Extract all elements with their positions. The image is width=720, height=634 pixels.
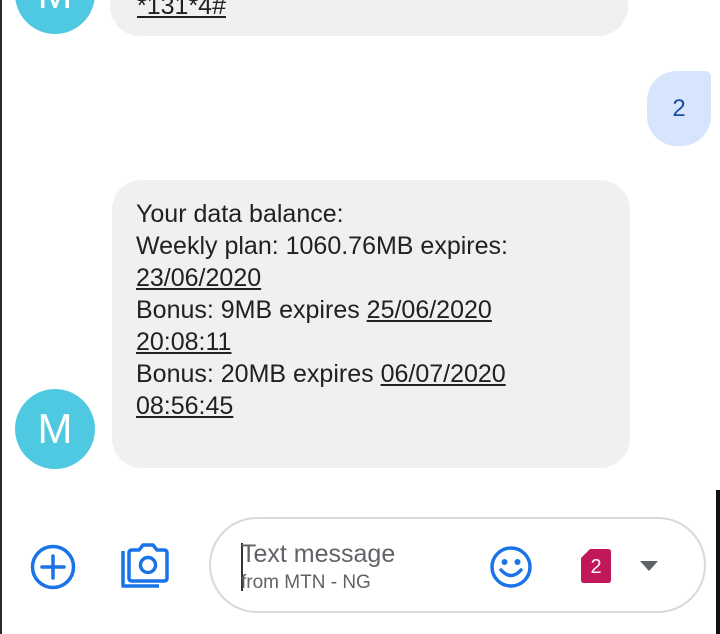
date-link[interactable]: 23/06/2020 [136, 262, 606, 294]
caret-down-icon [640, 561, 658, 571]
sim-number: 2 [590, 556, 602, 578]
avatar-initial: M [38, 0, 73, 17]
sender-avatar-top[interactable]: M [15, 0, 95, 34]
incoming-message-previous[interactable]: *131*4# [110, 0, 628, 36]
time-link[interactable]: 08:56:45 [136, 390, 606, 422]
message-composer[interactable]: Text message from MTN - NG 2 [209, 517, 706, 613]
sim-select-button[interactable]: 2 [581, 549, 611, 583]
message-body: Your data balance: Weekly plan: 1060.76M… [136, 198, 606, 422]
message-input-placeholder[interactable]: Text message [241, 540, 395, 569]
outgoing-message[interactable]: 2 [647, 71, 711, 146]
message-line: Your data balance: [136, 200, 344, 228]
date-link[interactable]: 06/07/2020 [381, 360, 506, 388]
outgoing-message-text: 2 [672, 95, 686, 122]
window-edge-left [0, 0, 2, 634]
message-text: Bonus: 9MB expires [136, 296, 367, 324]
messages-screen: M *131*4# 2 Your data balance: Weekly pl… [0, 0, 720, 634]
message-line: Bonus: 20MB expires 06/07/2020 [136, 358, 606, 390]
time-link[interactable]: 20:08:11 [136, 326, 606, 358]
sender-sim-label: from MTN - NG [241, 572, 371, 593]
sender-avatar[interactable]: M [15, 389, 95, 469]
plus-circle-icon [30, 544, 76, 590]
camera-icon [121, 543, 169, 588]
sim-dropdown-button[interactable] [639, 559, 659, 573]
smiley-icon [490, 546, 532, 588]
emoji-button[interactable] [490, 546, 532, 588]
camera-button[interactable] [119, 542, 171, 590]
message-line: Bonus: 9MB expires 25/06/2020 [136, 294, 606, 326]
window-edge-right [716, 490, 720, 634]
message-text: Bonus: 20MB expires [136, 360, 381, 388]
message-line: Weekly plan: 1060.76MB expires: [136, 232, 508, 260]
avatar-initial: M [37, 405, 73, 452]
add-attachment-button[interactable] [30, 544, 76, 590]
ussd-code-link[interactable]: *131*4# [137, 0, 226, 22]
date-link[interactable]: 25/06/2020 [367, 296, 492, 324]
incoming-message-data-balance[interactable]: Your data balance: Weekly plan: 1060.76M… [112, 180, 630, 468]
